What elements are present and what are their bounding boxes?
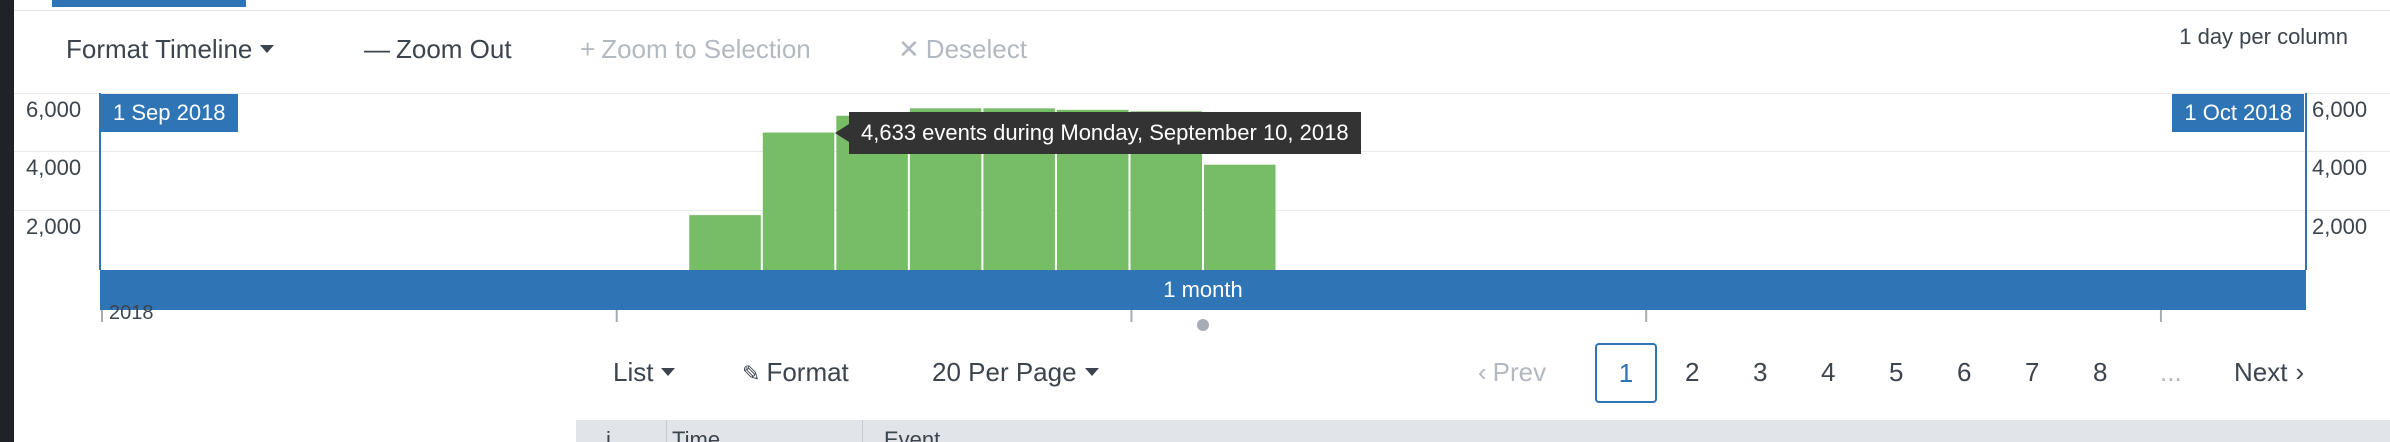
- per-page-label: 20 Per Page: [932, 357, 1077, 387]
- chevron-down-icon: [1084, 368, 1099, 377]
- prev-page-label: Prev: [1492, 357, 1547, 387]
- page-6-button[interactable]: 6: [1957, 355, 1971, 389]
- range-start-badge: 1 Sep 2018: [101, 94, 238, 132]
- page-1-button[interactable]: 1: [1595, 343, 1657, 403]
- timeline-bar[interactable]: [689, 215, 761, 270]
- page-5-button[interactable]: 5: [1889, 355, 1903, 389]
- chevron-left-icon: ‹: [1478, 357, 1487, 387]
- timeline-bar[interactable]: [762, 132, 835, 270]
- range-end-badge: 1 Oct 2018: [2172, 94, 2304, 132]
- prev-page-button[interactable]: ‹ Prev: [1478, 355, 1546, 389]
- column-divider: [666, 420, 667, 442]
- chevron-right-icon: ›: [2295, 357, 2305, 387]
- per-page-select[interactable]: 20 Per Page: [932, 355, 1099, 389]
- chevron-down-icon: [661, 368, 676, 377]
- selection-label: 1 month: [1163, 277, 1243, 302]
- column-header-time[interactable]: Time: [672, 426, 720, 442]
- brush-icon: ✎: [742, 361, 761, 386]
- page-2-button[interactable]: 2: [1685, 355, 1699, 389]
- results-table-header: [576, 420, 2390, 442]
- page-ellipsis: ...: [2160, 357, 2182, 387]
- page-3-button[interactable]: 3: [1753, 355, 1767, 389]
- column-header-event[interactable]: Event: [884, 426, 940, 442]
- column-divider: [862, 420, 863, 442]
- next-page-button[interactable]: Next ›: [2234, 355, 2310, 389]
- bar-tooltip: 4,633 events during Monday, September 10…: [849, 112, 1361, 154]
- page-8-button[interactable]: 8: [2093, 355, 2107, 389]
- tooltip-arrow: [835, 124, 849, 142]
- x-axis-year-label: 2018: [109, 302, 154, 324]
- format-label: Format: [766, 357, 849, 387]
- drag-handle[interactable]: [1197, 319, 1209, 331]
- timeline-bar[interactable]: [1204, 164, 1276, 270]
- list-view-label: List: [613, 357, 654, 387]
- selection-band[interactable]: 1 month: [100, 270, 2306, 310]
- format-button[interactable]: ✎ Format: [742, 355, 849, 391]
- list-view-button[interactable]: List: [613, 355, 676, 389]
- page-7-button[interactable]: 7: [2025, 355, 2039, 389]
- column-header-info[interactable]: i: [606, 426, 611, 442]
- next-page-label: Next: [2234, 357, 2288, 387]
- page-4-button[interactable]: 4: [1821, 355, 1835, 389]
